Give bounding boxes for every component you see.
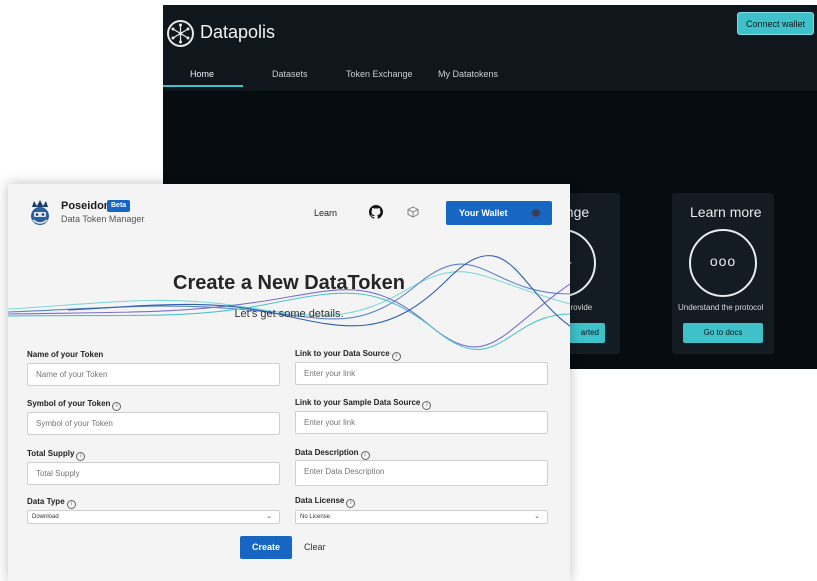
datapolis-header: Datapolis Connect wallet Home Datasets T… xyxy=(163,5,817,91)
total-supply-input[interactable] xyxy=(27,462,280,485)
tab-my-datatokens[interactable]: My Datatokens xyxy=(438,69,498,79)
sample-source-label: Link to your Sample Data Source i xyxy=(295,398,432,410)
app-title: Datapolis xyxy=(200,22,276,42)
page-title: Create a New DataToken xyxy=(173,272,405,294)
brand-subtitle: Data Token Manager xyxy=(61,214,145,224)
description-label: Data Description i xyxy=(295,448,370,460)
token-symbol-input[interactable] xyxy=(27,412,280,435)
box-icon[interactable] xyxy=(407,206,419,218)
info-icon: i xyxy=(76,452,86,461)
info-icon: i xyxy=(112,402,122,411)
github-icon[interactable] xyxy=(369,205,383,219)
tab-home[interactable]: Home xyxy=(190,69,214,79)
chevron-down-icon: ⌄ xyxy=(266,513,272,520)
beta-badge: Beta xyxy=(107,200,131,212)
active-tab-indicator xyxy=(163,85,243,87)
dots-icon: ooo xyxy=(709,253,737,269)
chevron-down-icon: ⌄ xyxy=(534,513,540,520)
info-icon: i xyxy=(391,352,401,361)
poseidon-logo-icon xyxy=(31,200,49,225)
data-source-label: Link to your Data Source i xyxy=(295,349,401,361)
learn-more-title: Learn more xyxy=(690,204,762,220)
data-type-value: Download xyxy=(32,514,59,520)
total-supply-label: Total Supply i xyxy=(27,449,86,461)
learn-more-card: Learn more ooo Understand the protocol G… xyxy=(672,193,774,354)
license-select[interactable]: No License ⌄ xyxy=(295,510,548,524)
sample-source-input[interactable] xyxy=(295,411,548,434)
go-to-docs-button[interactable]: Go to docs xyxy=(683,323,763,343)
license-label: Data License i xyxy=(295,496,356,508)
brand-name: Poseidon xyxy=(61,200,111,212)
description-textarea[interactable]: Enter Data Description xyxy=(295,460,548,486)
your-wallet-button[interactable]: Your Wallet xyxy=(446,201,552,225)
learn-more-text: Understand the protocol xyxy=(678,303,764,312)
info-icon: i xyxy=(360,451,370,460)
network-logo-icon xyxy=(167,20,194,47)
page-lead: Let's get some details. xyxy=(234,308,344,320)
poseidon-window: Poseidon Beta Data Token Manager Learn Y… xyxy=(8,184,570,581)
tab-datasets[interactable]: Datasets xyxy=(272,69,308,79)
info-icon: i xyxy=(422,401,432,410)
token-name-input[interactable] xyxy=(27,363,280,386)
token-name-label: Name of your Token xyxy=(27,350,104,359)
data-source-input[interactable] xyxy=(295,362,548,385)
wallet-label: Your Wallet xyxy=(459,208,508,218)
info-icon: i xyxy=(66,500,76,509)
info-icon: i xyxy=(346,499,356,508)
data-type-label: Data Type i xyxy=(27,497,76,509)
create-button[interactable]: Create xyxy=(240,536,292,559)
wallet-avatar-icon xyxy=(532,209,540,217)
connect-wallet-button[interactable]: Connect wallet xyxy=(736,12,814,35)
token-symbol-label: Symbol of your Token i xyxy=(27,399,122,411)
wave-decoration xyxy=(8,255,570,351)
tab-token-exchange[interactable]: Token Exchange xyxy=(346,69,413,79)
learn-circle: ooo xyxy=(689,229,757,297)
license-value: No License xyxy=(300,514,331,520)
data-type-select[interactable]: Download ⌄ xyxy=(27,510,280,524)
clear-button[interactable]: Clear xyxy=(304,542,326,552)
learn-link[interactable]: Learn xyxy=(314,208,337,218)
